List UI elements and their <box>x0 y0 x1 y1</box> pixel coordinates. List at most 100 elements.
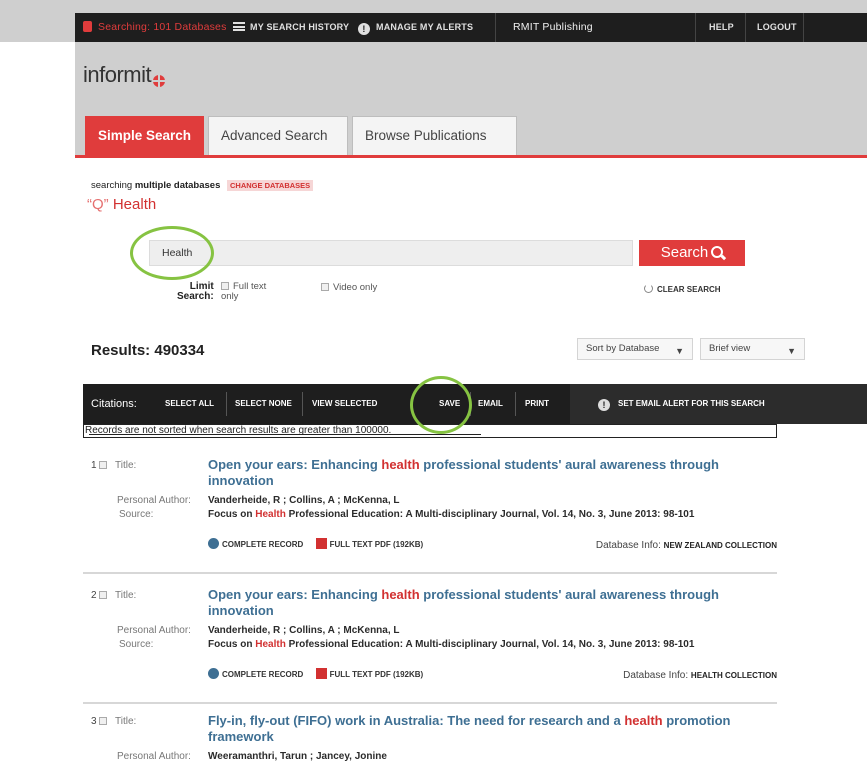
search-input[interactable]: Health <box>149 240 633 266</box>
record-checkbox[interactable] <box>99 591 108 599</box>
searching-databases-label: Searching: 101 Databases <box>98 21 227 33</box>
source-label: Source: <box>119 639 154 650</box>
author-label: Personal Author: <box>117 625 191 636</box>
publisher-name: RMIT Publishing <box>513 21 593 33</box>
author-label: Personal Author: <box>117 495 191 506</box>
title-label: Title: <box>115 716 137 727</box>
search-button-label: Search <box>660 244 709 261</box>
title-text: Fly-in, fly-out (FIFO) work in Australia… <box>208 713 625 728</box>
search-history-label: MY SEARCH HISTORY <box>250 22 350 32</box>
pdf-icon <box>315 538 327 549</box>
search-button[interactable]: Search <box>639 240 745 266</box>
video-only-option[interactable]: Video only <box>321 282 377 293</box>
results-area: Results: 490334 Sort by Database ▼ Brief … <box>75 328 867 767</box>
clear-search-button[interactable]: CLEAR SEARCH <box>644 284 721 294</box>
video-only-checkbox[interactable] <box>321 283 329 291</box>
search-panel: searching multiple databases CHANGE DATA… <box>75 158 867 328</box>
sort-select[interactable]: Sort by Database ▼ <box>577 338 693 360</box>
refresh-icon <box>644 284 653 293</box>
search-history-link[interactable]: MY SEARCH HISTORY <box>233 13 349 42</box>
record-source[interactable]: Focus on Health Professional Education: … <box>208 639 694 650</box>
results-count: Results: 490334 <box>91 342 205 359</box>
record-authors[interactable]: Weeramanthri, Tarun ; Jancey, Jonine <box>208 751 387 762</box>
full-text-pdf-link[interactable]: FULL TEXT PDF (192KB) <box>315 538 424 549</box>
source-highlight: Health <box>255 639 286 650</box>
video-only-label: Video only <box>333 282 378 293</box>
logout-link[interactable]: LOGOUT <box>757 13 797 42</box>
database-info: Database Info: NEW ZEALAND COLLECTION <box>596 540 777 551</box>
record-checkbox[interactable] <box>99 461 108 469</box>
source-text: Professional Education: A Multi-discipli… <box>285 639 695 650</box>
sorting-notice: Records are not sorted when search resul… <box>83 424 777 438</box>
record-number: 1 <box>91 460 111 471</box>
divider <box>515 392 516 416</box>
record-number: 2 <box>91 590 111 601</box>
source-highlight: Health <box>255 509 286 520</box>
complete-record-link[interactable]: COMPLETE RECORD <box>208 668 303 679</box>
title-highlight: health <box>381 457 420 472</box>
save-button[interactable]: SAVE <box>439 384 460 424</box>
select-all-button[interactable]: SELECT ALL <box>165 384 214 424</box>
scope-databases: multiple databases <box>134 180 221 191</box>
notice-underline <box>89 434 481 435</box>
record-title-link[interactable]: Fly-in, fly-out (FIFO) work in Australia… <box>208 713 768 745</box>
view-value: Brief view <box>709 343 751 354</box>
more-icon <box>208 538 219 549</box>
record-actions: COMPLETE RECORD FULL TEXT PDF (192KB) <box>208 538 433 549</box>
record-authors[interactable]: Vanderheide, R ; Collins, A ; McKenna, L <box>208 495 400 506</box>
record-title-link[interactable]: Open your ears: Enhancing health profess… <box>208 587 768 619</box>
title-label: Title: <box>115 590 137 601</box>
citations-label: Citations: <box>91 398 137 410</box>
help-link[interactable]: HELP <box>709 13 734 42</box>
title-label: Title: <box>115 460 137 471</box>
source-label: Source: <box>119 509 154 520</box>
searching-databases-link[interactable]: Searching: 101 Databases <box>83 13 227 42</box>
citations-toolbar: Citations: SELECT ALL SELECT NONE VIEW S… <box>83 384 867 424</box>
alert-icon: ! <box>598 399 610 411</box>
full-text-pdf-label: FULL TEXT PDF (192KB) <box>329 540 424 549</box>
email-button[interactable]: EMAIL <box>478 384 503 424</box>
informit-logo[interactable]: informit <box>83 62 165 88</box>
title-highlight: health <box>624 713 663 728</box>
full-text-only-option[interactable]: Full text only <box>221 282 266 302</box>
title-text: Open your ears: Enhancing <box>208 457 382 472</box>
sort-value: Sort by Database <box>586 343 660 354</box>
record-title-link[interactable]: Open your ears: Enhancing health profess… <box>208 457 768 489</box>
complete-record-link[interactable]: COMPLETE RECORD <box>208 538 303 549</box>
database-icon <box>83 21 92 32</box>
query-quote-mark: “Q” <box>87 196 109 213</box>
set-email-alert-label: SET EMAIL ALERT FOR THIS SEARCH <box>618 399 765 408</box>
query-term: Health <box>112 196 157 213</box>
record-source[interactable]: Focus on Health Professional Education: … <box>208 509 694 520</box>
tab-advanced-search[interactable]: Advanced Search <box>208 116 348 155</box>
record-number-value: 1 <box>91 460 97 471</box>
view-selected-button[interactable]: VIEW SELECTED <box>312 384 377 424</box>
scope-prefix: searching <box>91 180 133 191</box>
chevron-down-icon: ▼ <box>675 346 684 356</box>
search-scope: searching multiple databases CHANGE DATA… <box>91 180 314 191</box>
database-info-label: Database Info: <box>595 540 661 551</box>
select-none-button[interactable]: SELECT NONE <box>235 384 292 424</box>
chevron-down-icon: ▼ <box>787 346 796 356</box>
logo-mark-icon <box>153 75 165 87</box>
author-label: Personal Author: <box>117 751 191 762</box>
record-divider <box>83 572 777 574</box>
manage-alerts-link[interactable]: ! MANAGE MY ALERTS <box>358 13 473 42</box>
database-info-label: Database Info: <box>623 670 689 681</box>
record-actions: COMPLETE RECORD FULL TEXT PDF (192KB) <box>208 668 433 679</box>
print-button[interactable]: PRINT <box>525 384 549 424</box>
pdf-icon <box>315 668 327 679</box>
title-highlight: health <box>381 587 420 602</box>
record-number-value: 2 <box>91 590 97 601</box>
change-databases-button[interactable]: CHANGE DATABASES <box>227 180 314 191</box>
tab-simple-search[interactable]: Simple Search <box>85 116 204 155</box>
set-email-alert-button[interactable]: ! SET EMAIL ALERT FOR THIS SEARCH <box>598 384 765 424</box>
view-select[interactable]: Brief view ▼ <box>700 338 805 360</box>
full-text-checkbox[interactable] <box>221 282 229 290</box>
divider <box>695 13 696 42</box>
record-checkbox[interactable] <box>99 717 108 725</box>
full-text-pdf-link[interactable]: FULL TEXT PDF (192KB) <box>315 668 423 679</box>
record-authors[interactable]: Vanderheide, R ; Collins, A ; McKenna, L <box>208 625 400 636</box>
tab-browse-publications[interactable]: Browse Publications <box>352 116 517 155</box>
database-name: NEW ZEALAND COLLECTION <box>663 541 777 550</box>
